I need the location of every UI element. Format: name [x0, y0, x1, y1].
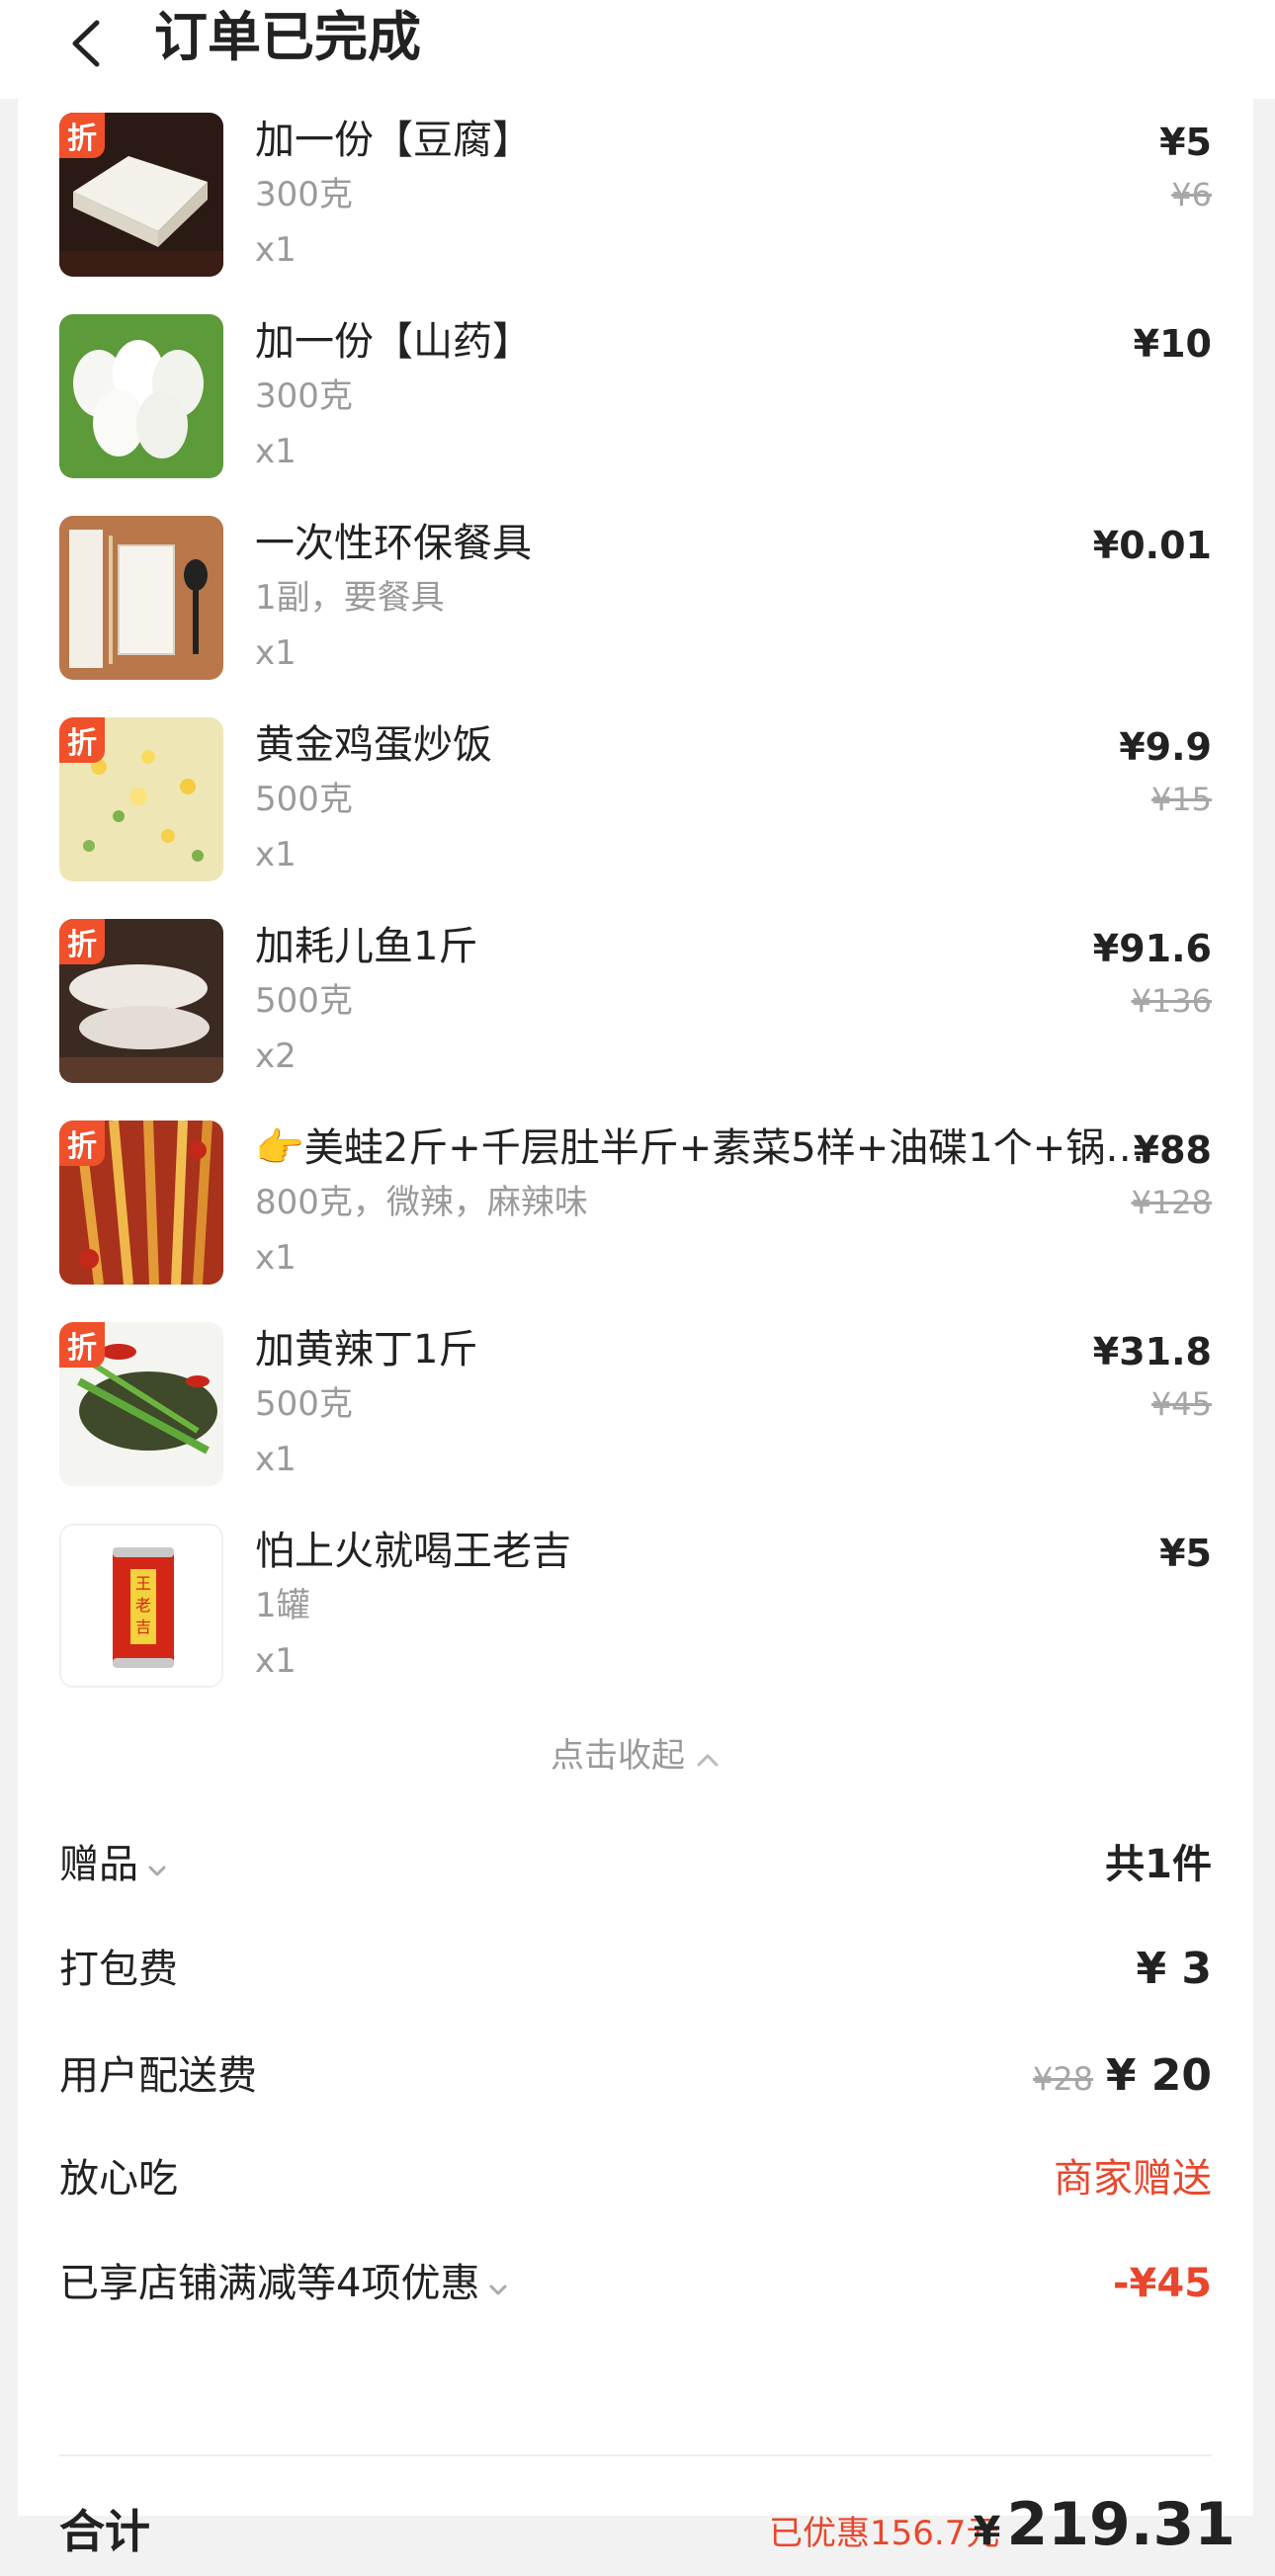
gift-value: 共1件 [1105, 1842, 1212, 1887]
item-quantity: x1 [255, 1238, 297, 1278]
item-name: 👉美蛙2斤+千层肚半斤+素菜5样+油碟1个+锅… [255, 1125, 1146, 1171]
item-name: 一次性环保餐具 [255, 521, 532, 566]
item-name: 加一份【豆腐】 [255, 118, 532, 163]
item-thumbnail: 折 [59, 717, 223, 881]
item-thumbnail [59, 516, 223, 680]
item-name: 加耗儿鱼1斤 [255, 924, 478, 969]
item-original-price: ¥136 [1131, 982, 1212, 1020]
divider [59, 2454, 1212, 2456]
gift-label: 赠品 [59, 1842, 138, 1887]
delivery-fee-value: ¥ 20 [1105, 2050, 1212, 2101]
order-card: 折 加一份【豆腐】 300克 x1 ¥5 ¥6 加一份【山药】 300克 x1 … [18, 99, 1253, 2559]
item-quantity: x1 [255, 1641, 297, 1681]
chevron-down-icon [146, 1832, 168, 1901]
delivery-fee-original: ¥28 [1033, 2060, 1094, 2098]
discount-value: -¥45 [1112, 2261, 1212, 2306]
total-label: 合计 [59, 2505, 150, 2558]
item-price: ¥10 [1133, 322, 1212, 366]
gift-row[interactable]: 赠品 共1件 [59, 1830, 1212, 1899]
item-spec: 800克，微辣，麻辣味 [255, 1183, 588, 1222]
discount-badge: 折 [59, 113, 105, 158]
page-title: 订单已完成 [154, 6, 421, 68]
item-spec: 1副，要餐具 [255, 578, 445, 618]
list-item[interactable]: 折 👉美蛙2斤+千层肚半斤+素菜5样+油碟1个+锅… 800克，微辣，麻辣味 x… [18, 1107, 1253, 1308]
item-original-price: ¥128 [1131, 1184, 1212, 1221]
item-original-price: ¥6 [1171, 176, 1212, 213]
item-thumbnail: 折 [59, 113, 223, 277]
collapse-label: 点击收起 [551, 1736, 685, 1776]
discount-badge: 折 [59, 717, 105, 763]
collapse-toggle[interactable]: 点击收起 [18, 1731, 1253, 1783]
top-bar: 订单已完成 [0, 0, 1275, 99]
item-name: 加一份【山药】 [255, 319, 532, 365]
item-original-price: ¥45 [1150, 1385, 1212, 1423]
item-quantity: x2 [255, 1037, 297, 1076]
delivery-fee-row: 用户配送费 ¥28 ¥ 20 [59, 2041, 1212, 2111]
discount-badge: 折 [59, 1121, 105, 1166]
item-name: 黄金鸡蛋炒饭 [255, 722, 492, 768]
item-thumbnail: 王老吉 [59, 1524, 223, 1688]
total-value: 219.31 [1006, 2490, 1235, 2559]
packing-fee-value: ¥ 3 [1136, 1944, 1212, 1994]
tableware-image [59, 516, 223, 680]
total-amount: ¥219.31 [974, 2480, 1235, 2576]
worry-free-row: 放心吃 商家赠送 [59, 2144, 1212, 2213]
item-spec: 300克 [255, 175, 353, 214]
list-item[interactable]: 加一份【山药】 300克 x1 ¥10 [18, 300, 1253, 502]
item-quantity: x1 [255, 633, 297, 673]
item-price: ¥5 [1159, 1532, 1212, 1575]
item-price: ¥5 [1159, 121, 1212, 164]
packing-fee-label: 打包费 [59, 1947, 178, 1992]
item-spec: 300克 [255, 376, 353, 416]
item-price: ¥9.9 [1119, 725, 1212, 769]
item-spec: 500克 [255, 981, 353, 1021]
item-quantity: x1 [255, 1440, 297, 1479]
yam-image [59, 314, 223, 478]
item-price: ¥88 [1133, 1128, 1212, 1172]
item-quantity: x1 [255, 230, 297, 270]
list-item[interactable]: 一次性环保餐具 1副，要餐具 x1 ¥0.01 [18, 502, 1253, 704]
list-item[interactable]: 折 加耗儿鱼1斤 500克 x2 ¥91.6 ¥136 [18, 905, 1253, 1107]
discount-row[interactable]: 已享店铺满减等4项优惠 -¥45 [59, 2249, 1212, 2318]
chevron-up-icon [695, 1733, 721, 1783]
item-spec: 1罐 [255, 1586, 310, 1625]
chevron-down-icon [487, 2251, 509, 2320]
item-quantity: x1 [255, 432, 297, 471]
packing-fee-row: 打包费 ¥ 3 [59, 1935, 1212, 2004]
list-item[interactable]: 王老吉 怕上火就喝王老吉 1罐 x1 ¥5 [18, 1510, 1253, 1711]
item-thumbnail: 折 [59, 1121, 223, 1285]
can-label-3: 吉 [135, 1618, 151, 1636]
item-name: 加黄辣丁1斤 [255, 1327, 478, 1372]
list-item[interactable]: 折 加一份【豆腐】 300克 x1 ¥5 ¥6 [18, 99, 1253, 300]
item-quantity: x1 [255, 835, 297, 874]
item-thumbnail [59, 314, 223, 478]
back-icon[interactable] [57, 14, 117, 73]
worry-free-label: 放心吃 [59, 2156, 178, 2202]
item-original-price: ¥15 [1150, 781, 1212, 818]
can-label-1: 王 [135, 1574, 151, 1593]
drink-can-image: 王老吉 [61, 1526, 221, 1686]
item-name: 怕上火就喝王老吉 [255, 1529, 571, 1574]
item-price: ¥0.01 [1092, 524, 1212, 567]
list-item[interactable]: 折 加黄辣丁1斤 500克 x1 ¥31.8 ¥45 [18, 1308, 1253, 1510]
delivery-fee-label: 用户配送费 [59, 2053, 257, 2099]
item-spec: 500克 [255, 780, 353, 819]
item-price: ¥91.6 [1092, 927, 1212, 970]
item-price: ¥31.8 [1092, 1330, 1212, 1373]
list-item[interactable]: 折 黄金鸡蛋炒饭 500克 x1 ¥9.9 ¥15 [18, 704, 1253, 905]
discount-badge: 折 [59, 1322, 105, 1368]
worry-free-value: 商家赠送 [1054, 2156, 1212, 2202]
discount-label: 已享店铺满减等4项优惠 [59, 2261, 480, 2306]
item-spec: 500克 [255, 1384, 353, 1424]
can-label-2: 老 [135, 1596, 151, 1615]
item-thumbnail: 折 [59, 919, 223, 1083]
saved-amount: 已优惠156.7元 [769, 2514, 1000, 2553]
discount-badge: 折 [59, 919, 105, 964]
item-thumbnail: 折 [59, 1322, 223, 1486]
